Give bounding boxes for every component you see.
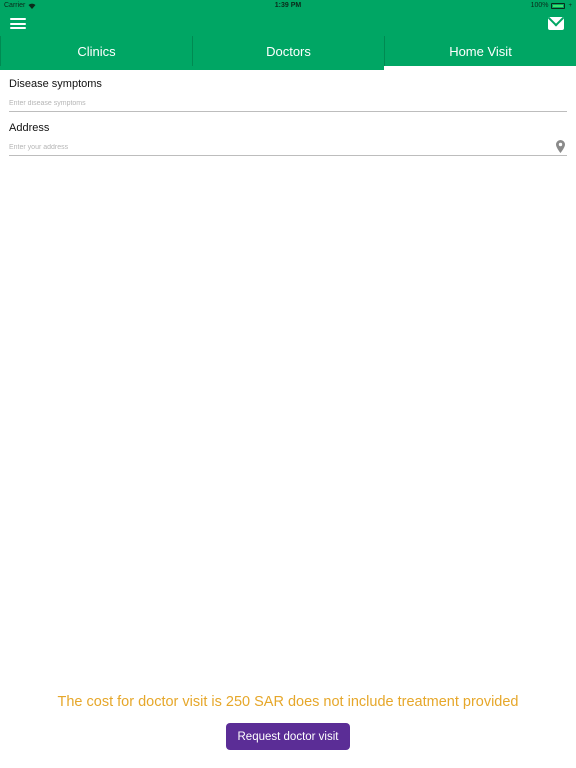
address-input[interactable] [9, 138, 539, 157]
charging-icon: + [568, 2, 572, 9]
address-field-row [9, 136, 567, 157]
hamburger-menu-icon[interactable] [10, 18, 26, 30]
cost-note: The cost for doctor visit is 250 SAR doe… [57, 694, 519, 710]
symptoms-field-row [9, 92, 567, 113]
symptoms-input[interactable] [9, 94, 539, 113]
active-tab-indicator [384, 66, 576, 70]
address-label: Address [9, 122, 50, 134]
symptoms-label: Disease symptoms [9, 78, 102, 90]
tab-label: Doctors [266, 43, 311, 59]
battery-percent: 100% [530, 2, 549, 9]
tab-home-visit[interactable]: Home Visit [385, 36, 576, 70]
status-bar: Carrier 1:39 PM 100% + [0, 0, 576, 12]
tab-clinics[interactable]: Clinics [0, 36, 193, 66]
tab-underline [0, 66, 384, 70]
battery-icon [551, 2, 566, 9]
tab-label: Home Visit [449, 43, 512, 59]
tab-doctors[interactable]: Doctors [193, 36, 385, 66]
envelope-icon[interactable] [548, 17, 564, 30]
location-pin-icon[interactable] [556, 140, 565, 153]
home-visit-form: Disease symptoms Address [9, 76, 567, 164]
tab-label: Clinics [77, 43, 116, 59]
nav-bar [0, 12, 576, 36]
request-doctor-visit-button[interactable]: Request doctor visit [226, 723, 350, 750]
status-time: 1:39 PM [274, 2, 302, 9]
tab-bar: Clinics Doctors Home Visit [0, 36, 576, 70]
status-right: 100% + [531, 2, 572, 9]
